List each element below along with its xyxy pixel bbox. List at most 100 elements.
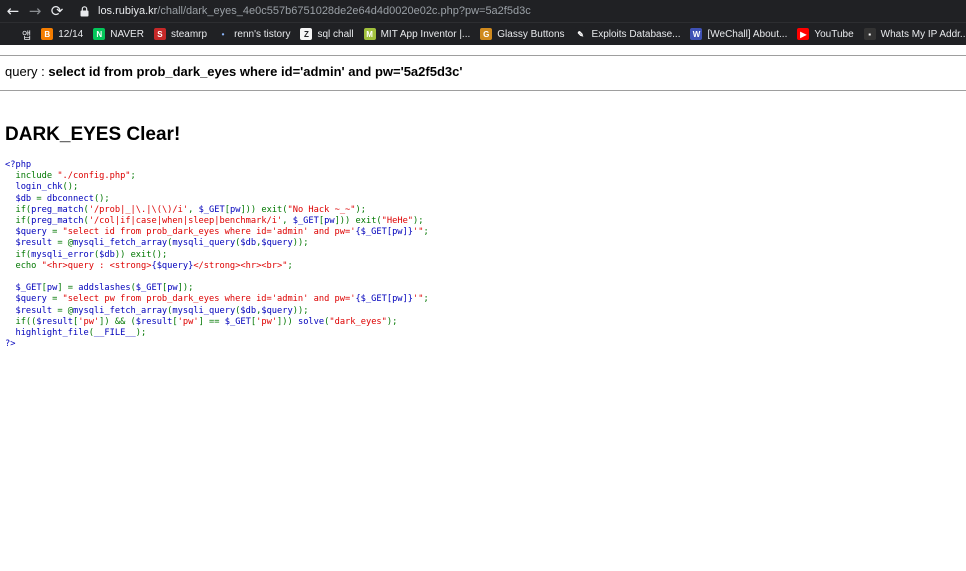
code-token: $db — [240, 305, 257, 316]
code-line: $result = @mysqli_fetch_array(mysqli_que… — [5, 306, 308, 316]
bookmark-item[interactable]: 앱 — [0, 27, 36, 42]
bookmark-item[interactable]: W [WeChall] About... — [685, 28, 792, 40]
reload-icon[interactable]: ⟳ — [46, 0, 68, 22]
code-token: login_chk — [5, 182, 63, 193]
code-token: 'pw' — [256, 316, 278, 327]
code-token: (); — [62, 182, 79, 193]
code-token: ])) exit( — [334, 216, 382, 227]
code-token: $_GET — [224, 316, 251, 327]
code-token: $_GET — [292, 216, 319, 227]
code-token: (); — [93, 193, 110, 204]
code-line: if(($result['pw']) && ($result['pw'] == … — [5, 317, 397, 327]
browser-toolbar: ← → ⟳ los.rubiya.kr/chall/dark_eyes_4e0c… — [0, 0, 966, 22]
code-token: )); — [292, 305, 309, 316]
code-token: = @ — [57, 305, 74, 316]
code-token: mysqli_error — [31, 249, 94, 260]
tistory-icon: • — [217, 28, 230, 40]
bookmark-label: [WeChall] About... — [707, 28, 788, 40]
code-token: __FILE__ — [93, 328, 136, 339]
bookmark-item[interactable]: ▪ Whats My IP Addr... — [859, 28, 966, 40]
code-token: if(( — [15, 316, 37, 327]
code-token: $query — [261, 305, 293, 316]
code-token: if( — [15, 216, 32, 227]
code-token: $result — [5, 305, 58, 316]
bookmark-label: steamrp — [170, 28, 208, 40]
code-token: $result — [135, 316, 173, 327]
address-bar[interactable]: los.rubiya.kr/chall/dark_eyes_4e0c557b67… — [98, 5, 531, 17]
code-token: )); — [292, 238, 309, 249]
bookmark-item[interactable]: M MIT App Inventor |... — [359, 28, 476, 40]
bookmark-label: Exploits Database... — [591, 28, 681, 40]
code-line: $query = "select pw from prob_dark_eyes … — [5, 294, 429, 305]
code-token: {$_GET[pw]} — [355, 294, 413, 305]
code-token: solve — [297, 316, 325, 327]
steamrp-icon: S — [153, 28, 166, 40]
code-line: include "./config.php"; — [5, 171, 135, 182]
lock-icon[interactable] — [78, 0, 90, 22]
forward-arrow-icon[interactable]: → — [24, 0, 46, 22]
whatsmyip-icon: ▪ — [863, 28, 876, 40]
code-token: mysqli_query — [172, 238, 236, 249]
code-token: $db — [99, 249, 115, 260]
mit-app-inventor-icon: M — [363, 28, 376, 40]
code-token: include — [15, 171, 58, 182]
naver-icon: N — [93, 28, 106, 40]
code-token: ); — [135, 328, 147, 339]
code-line: if(preg_match('/prob|_|\.|\(\)/i', $_GET… — [5, 205, 366, 215]
code-token: "select pw from prob_dark_eyes where id=… — [62, 294, 356, 305]
code-token: $query — [5, 227, 53, 238]
code-token: $result — [5, 238, 58, 249]
source-code: <?php include "./config.php"; login_chk(… — [0, 160, 966, 350]
code-token: = — [36, 193, 47, 204]
bookmark-label: YouTube — [814, 28, 854, 40]
code-token: if( — [15, 249, 32, 260]
query-label: query : — [5, 64, 49, 79]
code-token: highlight_file — [5, 328, 89, 339]
exploit-db-icon: ✎ — [574, 28, 587, 40]
bookmark-item[interactable]: B 12/14 — [36, 28, 88, 40]
code-token: "./config.php" — [57, 171, 131, 182]
code-line: <?php — [5, 160, 31, 170]
url-host: los.rubiya.kr — [98, 5, 158, 17]
code-token: '/col|if|case|when|sleep|benchmark/i' — [88, 216, 283, 227]
wechall-icon: W — [690, 28, 703, 40]
code-token: $query — [261, 238, 293, 249]
code-token: '" — [413, 227, 424, 238]
bookmark-label: 12/14 — [58, 28, 84, 40]
code-token: = @ — [57, 238, 74, 249]
code-line: if(mysqli_error($db)) exit(); — [5, 250, 167, 260]
bookmark-label: Glassy Buttons — [497, 28, 565, 40]
glassy-buttons-icon: G — [480, 28, 493, 40]
bookmark-item[interactable]: ✎ Exploits Database... — [570, 28, 686, 40]
youtube-icon: ▶ — [797, 28, 810, 40]
code-token: 'pw' — [177, 316, 199, 327]
code-token: pw — [167, 283, 178, 294]
code-line: $_GET[pw] = addslashes($_GET[pw]); — [5, 283, 193, 293]
bookmark-item[interactable]: Ssteamrp — [149, 28, 212, 40]
code-token: ; — [423, 294, 429, 305]
code-token: "select id from prob_dark_eyes where id=… — [62, 227, 356, 238]
code-token: mysqli_query — [172, 305, 236, 316]
bookmarks-bar: 앱 B 12/14 N NAVER Ssteamrp • renn's tistory Zsql… — [0, 22, 966, 45]
code-token: dbconnect — [46, 193, 94, 204]
code-token: '/prob|_|\.|\(\)/i' — [88, 204, 189, 215]
bookmark-item[interactable]: G Glassy Buttons — [475, 28, 569, 40]
code-token: $query — [5, 294, 53, 305]
code-line: $result = @mysqli_fetch_array(mysqli_que… — [5, 238, 308, 248]
bookmark-item[interactable]: • renn's tistory — [212, 28, 295, 40]
back-arrow-icon[interactable]: ← — [2, 0, 24, 22]
code-token: = — [52, 294, 63, 305]
bookmark-item[interactable]: ▶ YouTube — [792, 28, 858, 40]
code-token: mysqli_fetch_array — [73, 238, 168, 249]
bookmark-item[interactable]: Zsql chall — [295, 28, 358, 40]
code-token: $_GET — [5, 283, 42, 294]
code-token: $db — [240, 238, 257, 249]
bookmark-item[interactable]: N NAVER — [88, 28, 149, 40]
code-line: if(preg_match('/col|if|case|when|sleep|b… — [5, 216, 423, 227]
code-token: {$_GET[pw]} — [355, 227, 413, 238]
